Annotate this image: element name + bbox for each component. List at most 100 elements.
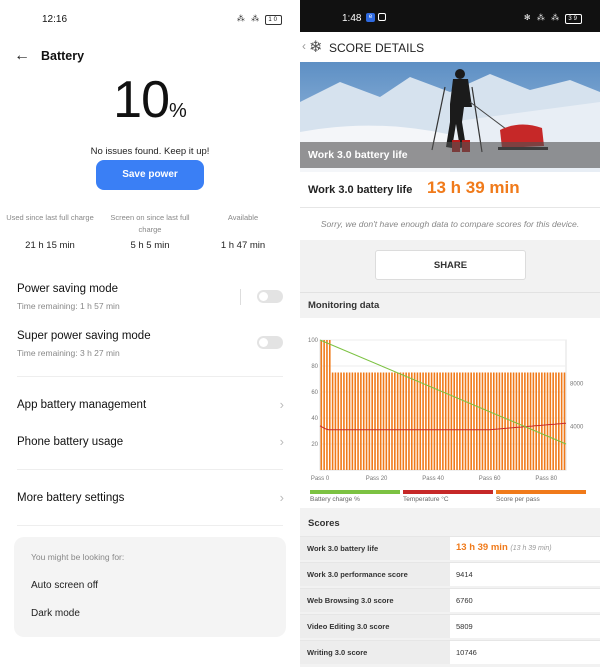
power-saving-label: Power saving mode (17, 283, 118, 295)
score-bar (526, 372, 529, 470)
chevron-right-icon: › (279, 490, 284, 505)
score-bar (357, 372, 359, 470)
score-bar (351, 372, 354, 470)
score-bar (425, 372, 427, 470)
y2-tick-label: 4000 (570, 425, 584, 431)
legend-score: Score per pass (496, 490, 586, 503)
app-battery-management-item[interactable]: App battery management › (0, 397, 300, 417)
super-power-saving-row[interactable]: Super power saving mode Time remaining: … (0, 330, 300, 370)
score-value: 5809 (456, 622, 473, 631)
score-bar (402, 372, 405, 470)
snowflake-logo-icon: ❄ (309, 39, 323, 56)
stat-screen-on: Screen on since last full charge 5 h 5 m… (100, 212, 200, 251)
x-tick-label: Pass 20 (366, 476, 388, 482)
score-bar (391, 372, 393, 470)
power-saving-toggle[interactable] (257, 290, 283, 303)
score-bar (549, 372, 552, 470)
score-bar (478, 372, 481, 470)
y-tick-label: 100 (308, 338, 319, 344)
score-row: Video Editing 3.0 score 5809 (300, 614, 600, 638)
score-bar (405, 372, 407, 470)
score-bar (439, 372, 441, 470)
battery-percent: 10 (113, 71, 170, 129)
score-bar (555, 372, 557, 470)
score-value-sub: (13 h 39 min) (510, 545, 552, 552)
battery-icon: 10 (265, 15, 282, 25)
score-bar (515, 372, 518, 470)
share-button[interactable]: SHARE (375, 250, 526, 280)
status-time: 12:16 (42, 14, 68, 25)
score-name: Web Browsing 3.0 score (307, 596, 394, 605)
y2-tick-label: 8000 (570, 381, 584, 387)
score-bar (340, 372, 342, 470)
score-bar (521, 372, 523, 470)
score-bar (382, 372, 385, 470)
score-bar (343, 372, 345, 470)
suggestion-auto-screen-off[interactable]: Auto screen off (31, 580, 98, 591)
page-title: Battery (41, 49, 85, 63)
score-bar (374, 372, 376, 470)
divider (17, 469, 283, 470)
score-bar (453, 372, 455, 470)
score-bar (461, 372, 464, 470)
score-bar (328, 340, 331, 470)
score-row: Writing 3.0 score 10746 (300, 640, 600, 664)
share-area: SHARE (300, 240, 600, 292)
stat-available: Available 1 h 47 min (193, 212, 293, 251)
hero-label-bar: Work 3.0 battery life (300, 142, 600, 168)
score-bar (543, 372, 546, 470)
status-time: 1:48 (342, 13, 362, 24)
score-row: Work 3.0 battery life 13 h 39 min (13 h … (300, 536, 600, 560)
suggestions-card: You might be looking for: Auto screen of… (14, 537, 286, 637)
score-bar (495, 372, 498, 470)
score-bar (345, 372, 348, 470)
more-battery-settings-item[interactable]: More battery settings › (0, 490, 300, 510)
y-tick-label: 20 (311, 442, 318, 448)
scores-heading: Scores (308, 518, 340, 529)
stat-label: Used since last full charge (6, 213, 94, 222)
hero-image: Work 3.0 battery life (300, 62, 600, 172)
save-power-button[interactable]: Save power (96, 160, 204, 190)
score-bar (408, 372, 410, 470)
power-saving-row[interactable]: Power saving mode Time remaining: 1 h 57… (0, 283, 300, 323)
super-power-saving-toggle[interactable] (257, 336, 283, 349)
comparison-notice: Sorry, we don't have enough data to comp… (300, 208, 600, 240)
score-bar (323, 340, 325, 470)
score-bar (507, 372, 509, 470)
score-bar (552, 372, 554, 470)
score-bar (490, 372, 492, 470)
score-bar (334, 372, 337, 470)
phone-battery-usage-item[interactable]: Phone battery usage › (0, 434, 300, 454)
score-bar (459, 372, 461, 470)
score-bar (447, 372, 450, 470)
score-bar (413, 372, 416, 470)
score-bar (464, 372, 467, 470)
stat-value: 21 h 15 min (25, 240, 75, 251)
score-bar (427, 372, 430, 470)
score-bar (498, 372, 501, 470)
score-value: 13 h 39 min (427, 178, 520, 197)
legend-battery: Battery charge % (310, 490, 400, 503)
score-bar (558, 372, 560, 470)
score-bar (501, 372, 504, 470)
score-value: 6760 (456, 596, 473, 605)
monitoring-chart: 100 80 60 40 20 8000 4000 Pass 0 Pass 20 Pass 40 P… (300, 318, 600, 508)
score-bar (442, 372, 444, 470)
score-value-main: 13 h 39 min (456, 542, 508, 553)
scores-header: Scores (300, 512, 600, 536)
suggestion-dark-mode[interactable]: Dark mode (31, 608, 80, 619)
phone-battery-usage-label: Phone battery usage (17, 436, 124, 448)
suggestions-heading: You might be looking for: (31, 552, 125, 562)
chevron-right-icon: › (279, 434, 284, 449)
score-bar (563, 372, 566, 470)
legend-label: Score per pass (496, 496, 540, 503)
score-bar (337, 372, 340, 470)
back-chevron-icon[interactable]: ‹ (302, 39, 306, 53)
score-value: 10746 (456, 648, 477, 657)
x-tick-label: Pass 40 (422, 476, 444, 482)
back-arrow-icon[interactable]: ← (14, 47, 30, 65)
status-bar: 1:48 e ✻ ⁂ ⁂ 39 (300, 0, 600, 32)
stat-label: Available (227, 213, 259, 222)
score-label: Work 3.0 battery life (308, 184, 413, 196)
score-bar (470, 372, 472, 470)
